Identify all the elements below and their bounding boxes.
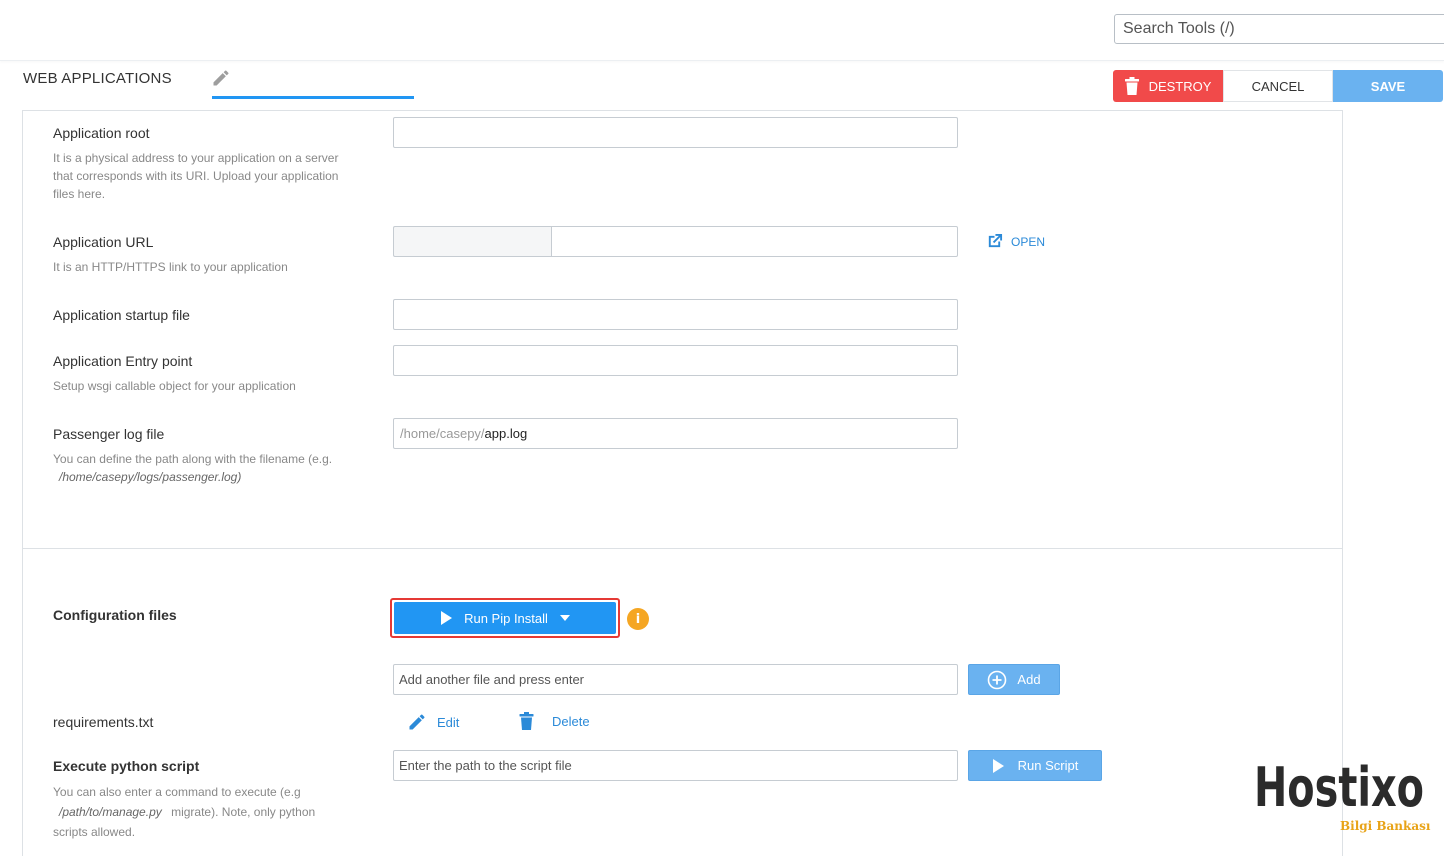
edit-file-link[interactable]: Edit — [407, 712, 459, 732]
logo-subtext: Bilgi Bankası — [1340, 819, 1431, 833]
app-url-input[interactable] — [551, 226, 958, 257]
logo-wordmark: Hostixo — [1254, 756, 1424, 819]
startup-file-label: Application startup file — [53, 307, 190, 323]
entry-point-input[interactable] — [393, 345, 958, 376]
edit-title-pencil-icon[interactable] — [211, 68, 231, 88]
passenger-log-help: You can define the path along with the f… — [53, 450, 363, 486]
config-files-label: Configuration files — [53, 607, 177, 623]
execute-script-help: You can also enter a command to execute … — [53, 782, 353, 842]
open-label: OPEN — [1011, 234, 1046, 249]
add-file-button[interactable]: Add — [968, 664, 1060, 695]
passenger-log-help-text: You can define the path along with the f… — [53, 452, 333, 466]
delete-label: Delete — [552, 713, 590, 729]
execute-script-label: Execute python script — [53, 758, 200, 774]
app-url-help: It is an HTTP/HTTPS link to your applica… — [53, 260, 288, 274]
app-root-input[interactable] — [393, 117, 958, 148]
passenger-log-label: Passenger log file — [53, 426, 165, 442]
search-tools-input[interactable] — [1114, 14, 1444, 44]
destroy-label: DESTROY — [1148, 78, 1212, 94]
execute-help-example: /path/to/manage.py — [59, 805, 162, 819]
entry-point-help: Setup wsgi callable object for your appl… — [53, 379, 296, 393]
passenger-log-value: app.log — [484, 426, 528, 441]
app-url-domain-select[interactable] — [393, 226, 552, 257]
play-icon — [992, 758, 1004, 773]
passenger-log-input[interactable]: /home/casepy/app.log — [393, 418, 958, 449]
destroy-button[interactable]: DESTROY — [1113, 70, 1223, 102]
passenger-log-help-example: /home/casepy/logs/passenger.log) — [59, 470, 242, 484]
open-url-link[interactable]: OPEN — [986, 233, 1045, 250]
cancel-button[interactable]: CANCEL — [1223, 70, 1333, 102]
pencil-icon — [409, 714, 425, 730]
title-underline — [212, 96, 414, 99]
section-divider — [22, 548, 1343, 549]
play-icon — [441, 611, 453, 625]
page-title: WEB APPLICATIONS — [23, 70, 172, 87]
plus-circle-icon — [988, 670, 1007, 689]
execute-help-prefix: You can also enter a command to execute … — [53, 785, 301, 799]
info-icon[interactable]: i — [627, 608, 649, 630]
add-label: Add — [1017, 672, 1041, 687]
run-script-button[interactable]: Run Script — [968, 750, 1102, 781]
add-file-input[interactable] — [393, 664, 958, 695]
edit-label: Edit — [437, 714, 460, 730]
trash-icon — [1124, 77, 1139, 95]
run-pip-label: Run Pip Install — [464, 610, 548, 626]
external-link-icon — [988, 233, 1003, 248]
delete-file-link[interactable]: Delete — [519, 712, 590, 730]
run-pip-install-button[interactable]: Run Pip Install — [394, 602, 616, 634]
script-path-input[interactable] — [393, 750, 958, 781]
caret-down-icon — [559, 615, 570, 621]
entry-point-label: Application Entry point — [53, 353, 193, 369]
startup-file-input[interactable] — [393, 299, 958, 330]
hostixo-logo: Hostixo Bilgi Bankası — [1254, 756, 1431, 833]
save-button[interactable]: SAVE — [1333, 70, 1443, 102]
run-script-label: Run Script — [1017, 758, 1079, 773]
passenger-log-prefix: /home/casepy/ — [400, 426, 485, 441]
app-url-label: Application URL — [53, 234, 154, 250]
app-root-label: Application root — [53, 125, 150, 141]
config-file-name: requirements.txt — [53, 714, 154, 730]
trash-icon — [519, 712, 534, 730]
app-root-help: It is a physical address to your applica… — [53, 151, 339, 201]
